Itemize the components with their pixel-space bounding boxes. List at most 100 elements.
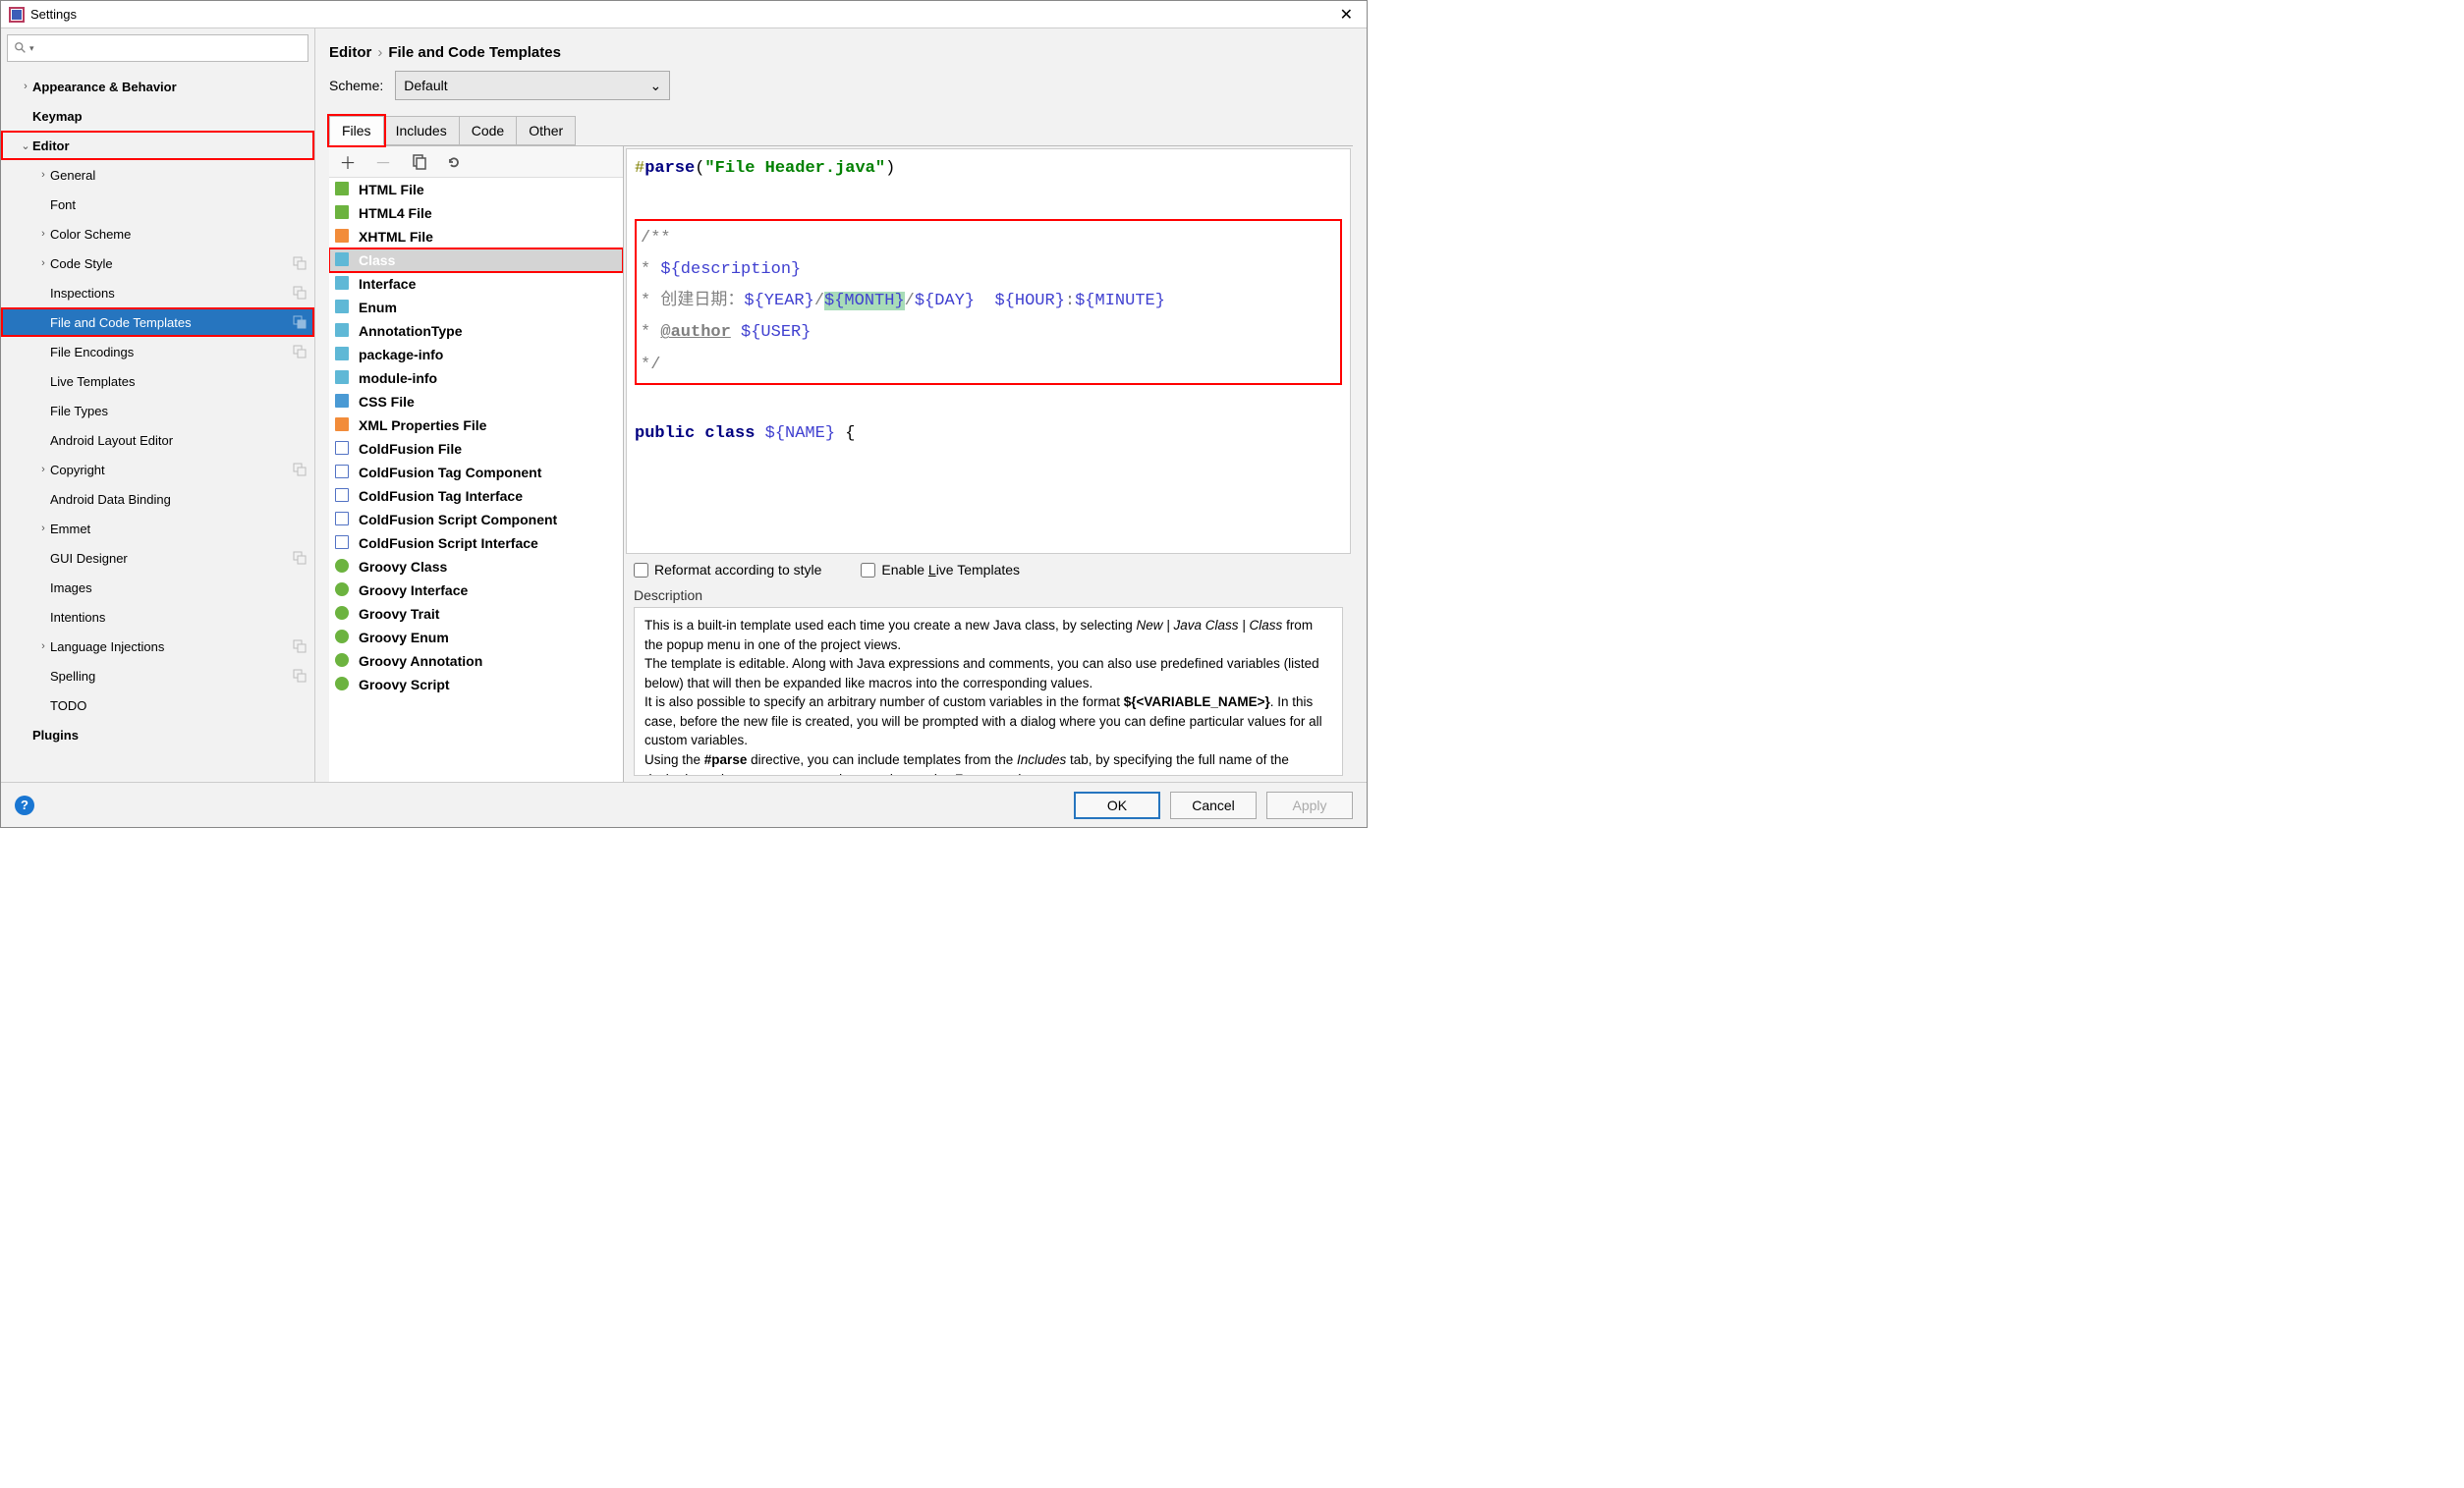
j-file-icon xyxy=(335,300,353,315)
template-item-enum[interactable]: Enum xyxy=(329,296,623,319)
chevron-icon: ⌄ xyxy=(19,139,32,152)
sidebar-item-images[interactable]: Images xyxy=(1,573,314,602)
revert-icon[interactable] xyxy=(445,153,463,171)
template-item-groovy-annotation[interactable]: Groovy Annotation xyxy=(329,649,623,673)
template-item-xml-properties-file[interactable]: XML Properties File xyxy=(329,413,623,437)
chevron-icon: › xyxy=(36,523,50,534)
template-item-label: Interface xyxy=(359,276,416,292)
template-item-package-info[interactable]: package-info xyxy=(329,343,623,366)
j-file-icon xyxy=(335,276,353,292)
sidebar-item-label: Color Scheme xyxy=(50,227,307,242)
sidebar-item-inspections[interactable]: Inspections xyxy=(1,278,314,307)
template-item-interface[interactable]: Interface xyxy=(329,272,623,296)
sidebar-item-label: Language Injections xyxy=(50,639,293,654)
sidebar-item-live-templates[interactable]: Live Templates xyxy=(1,366,314,396)
sidebar-item-file-encodings[interactable]: File Encodings xyxy=(1,337,314,366)
search-input[interactable]: ▾ xyxy=(7,34,308,62)
tab-other[interactable]: Other xyxy=(516,116,576,145)
template-item-groovy-class[interactable]: Groovy Class xyxy=(329,555,623,579)
template-item-label: XML Properties File xyxy=(359,417,486,433)
h-file-icon xyxy=(335,205,353,221)
sidebar-item-label: Keymap xyxy=(32,109,307,124)
template-item-groovy-script[interactable]: Groovy Script xyxy=(329,673,623,696)
sidebar-item-emmet[interactable]: ›Emmet xyxy=(1,514,314,543)
remove-icon[interactable]: － xyxy=(374,153,392,171)
template-item-label: ColdFusion Script Component xyxy=(359,512,557,527)
template-item-annotationtype[interactable]: AnnotationType xyxy=(329,319,623,343)
template-item-class[interactable]: Class xyxy=(329,248,623,272)
tab-files[interactable]: Files xyxy=(329,116,384,145)
sidebar-item-language-injections[interactable]: ›Language Injections xyxy=(1,632,314,661)
template-item-xhtml-file[interactable]: XHTML File xyxy=(329,225,623,248)
g-file-icon xyxy=(335,677,353,692)
template-item-coldfusion-file[interactable]: ColdFusion File xyxy=(329,437,623,461)
sidebar-item-label: Live Templates xyxy=(50,374,307,389)
sidebar-item-label: Editor xyxy=(32,138,307,153)
template-item-module-info[interactable]: module-info xyxy=(329,366,623,390)
cf-file-icon xyxy=(335,488,353,504)
help-icon[interactable]: ? xyxy=(15,796,34,815)
cf-file-icon xyxy=(335,512,353,527)
template-item-label: module-info xyxy=(359,370,437,386)
chevron-icon: › xyxy=(36,464,50,475)
apply-button[interactable]: Apply xyxy=(1266,792,1353,819)
copy-icon[interactable] xyxy=(410,153,427,171)
sidebar-item-label: Android Data Binding xyxy=(50,492,307,507)
sidebar-item-code-style[interactable]: ›Code Style xyxy=(1,248,314,278)
chevron-icon: › xyxy=(19,81,32,92)
template-item-coldfusion-script-interface[interactable]: ColdFusion Script Interface xyxy=(329,531,623,555)
sidebar-item-todo[interactable]: TODO xyxy=(1,690,314,720)
sidebar-item-label: File Encodings xyxy=(50,345,293,359)
template-item-label: ColdFusion Script Interface xyxy=(359,535,538,551)
chevron-icon: › xyxy=(36,257,50,269)
sidebar-item-appearance-behavior[interactable]: ›Appearance & Behavior xyxy=(1,72,314,101)
sidebar-item-font[interactable]: Font xyxy=(1,190,314,219)
template-item-html-file[interactable]: HTML File xyxy=(329,178,623,201)
sidebar-item-spelling[interactable]: Spelling xyxy=(1,661,314,690)
sidebar-item-label: Images xyxy=(50,580,307,595)
template-item-groovy-trait[interactable]: Groovy Trait xyxy=(329,602,623,626)
tab-code[interactable]: Code xyxy=(459,116,517,145)
h-file-icon xyxy=(335,182,353,197)
close-icon[interactable]: ✕ xyxy=(1334,5,1359,25)
sidebar-item-plugins[interactable]: Plugins xyxy=(1,720,314,749)
template-editor[interactable]: #parse("File Header.java") /** * ${descr… xyxy=(626,148,1351,554)
tab-includes[interactable]: Includes xyxy=(383,116,460,145)
template-item-coldfusion-tag-component[interactable]: ColdFusion Tag Component xyxy=(329,461,623,484)
sidebar-item-file-and-code-templates[interactable]: File and Code Templates xyxy=(1,307,314,337)
sidebar-item-android-data-binding[interactable]: Android Data Binding xyxy=(1,484,314,514)
sidebar-item-gui-designer[interactable]: GUI Designer xyxy=(1,543,314,573)
sidebar-item-label: Code Style xyxy=(50,256,293,271)
sidebar-item-label: File Types xyxy=(50,404,307,418)
scope-badge-icon xyxy=(293,639,307,653)
sidebar-item-keymap[interactable]: Keymap xyxy=(1,101,314,131)
template-item-coldfusion-tag-interface[interactable]: ColdFusion Tag Interface xyxy=(329,484,623,508)
scheme-select[interactable]: Default⌄ xyxy=(395,71,670,100)
sidebar-item-color-scheme[interactable]: ›Color Scheme xyxy=(1,219,314,248)
sidebar-item-intentions[interactable]: Intentions xyxy=(1,602,314,632)
template-item-coldfusion-script-component[interactable]: ColdFusion Script Component xyxy=(329,508,623,531)
breadcrumb: Editor›File and Code Templates xyxy=(315,28,1367,71)
xml-file-icon xyxy=(335,229,353,245)
template-item-label: Groovy Enum xyxy=(359,630,449,645)
template-item-groovy-interface[interactable]: Groovy Interface xyxy=(329,579,623,602)
template-item-html4-file[interactable]: HTML4 File xyxy=(329,201,623,225)
g-file-icon xyxy=(335,582,353,598)
template-item-groovy-enum[interactable]: Groovy Enum xyxy=(329,626,623,649)
scope-badge-icon xyxy=(293,315,307,329)
sidebar-item-copyright[interactable]: ›Copyright xyxy=(1,455,314,484)
xml-file-icon xyxy=(335,417,353,433)
sidebar-item-general[interactable]: ›General xyxy=(1,160,314,190)
sidebar-item-label: Spelling xyxy=(50,669,293,684)
sidebar-item-file-types[interactable]: File Types xyxy=(1,396,314,425)
sidebar-item-android-layout-editor[interactable]: Android Layout Editor xyxy=(1,425,314,455)
sidebar-item-editor[interactable]: ⌄Editor xyxy=(1,131,314,160)
template-item-css-file[interactable]: CSS File xyxy=(329,390,623,413)
template-item-label: CSS File xyxy=(359,394,415,410)
reformat-checkbox[interactable]: Reformat according to style xyxy=(634,562,821,578)
cancel-button[interactable]: Cancel xyxy=(1170,792,1257,819)
add-icon[interactable]: ＋ xyxy=(339,153,357,171)
live-templates-checkbox[interactable]: Enable Live Templates xyxy=(861,562,1020,578)
template-item-label: HTML4 File xyxy=(359,205,432,221)
ok-button[interactable]: OK xyxy=(1074,792,1160,819)
